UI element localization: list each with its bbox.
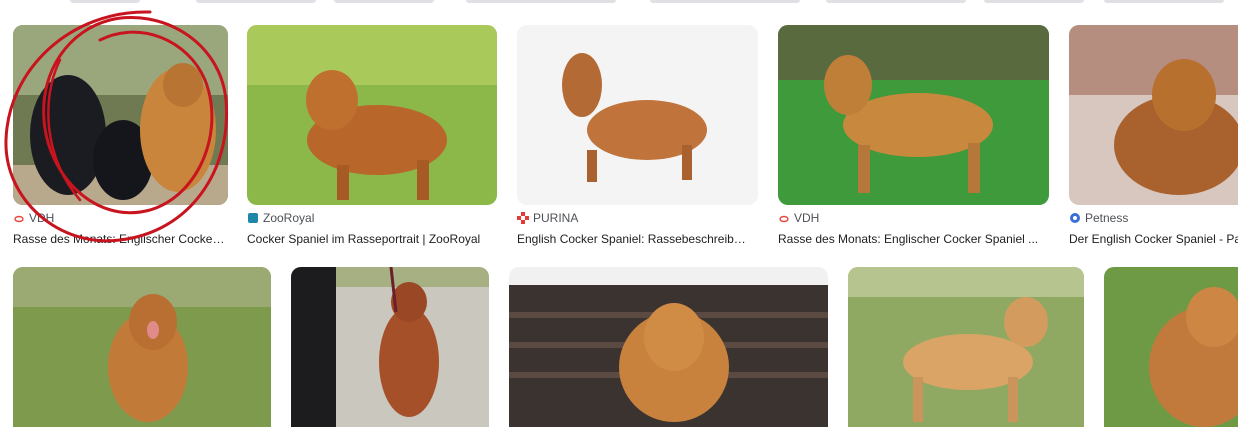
vdh-paw-icon — [13, 212, 25, 224]
zooroyal-icon — [247, 212, 259, 224]
dog-photo — [291, 267, 489, 427]
result-title[interactable]: Rasse des Monats: Englischer Cocker Span… — [13, 232, 228, 246]
previous-row-edge — [0, 0, 1238, 4]
purina-checker-icon — [517, 212, 529, 224]
dog-photo — [1104, 267, 1238, 427]
dog-photo — [247, 25, 497, 205]
chip-edge — [196, 0, 316, 3]
result-thumbnail[interactable] — [517, 25, 758, 205]
result-thumbnail[interactable] — [778, 25, 1049, 205]
result-thumbnail[interactable] — [13, 25, 228, 205]
vdh-paw-icon — [778, 212, 790, 224]
source-name: ZooRoyal — [263, 211, 315, 225]
result-title[interactable]: Rasse des Monats: Englischer Cocker Span… — [778, 232, 1049, 246]
result-thumbnail[interactable] — [1069, 25, 1238, 205]
chip-edge — [826, 0, 966, 3]
result-card[interactable]: VDH Rasse des Monats: Englischer Cocker … — [13, 25, 228, 250]
source-name: VDH — [794, 211, 820, 225]
dog-photo — [509, 267, 828, 427]
result-source[interactable]: VDH — [778, 211, 819, 225]
dog-photo — [13, 267, 271, 427]
chip-edge — [1104, 0, 1224, 3]
result-card[interactable]: VDH Rasse des Monats: Englischer Cocker … — [778, 25, 1049, 250]
result-card[interactable]: Petness Der English Cocker Spaniel - Pa — [1069, 25, 1238, 250]
dogs-photo — [13, 25, 228, 205]
chip-edge — [70, 0, 140, 3]
result-card[interactable]: ZooRoyal Cocker Spaniel im Rasseportrait… — [247, 25, 497, 250]
result-thumbnail[interactable] — [13, 267, 271, 427]
chip-edge — [984, 0, 1084, 3]
source-name: Petness — [1085, 211, 1129, 225]
result-card[interactable] — [291, 267, 489, 427]
chip-edge — [466, 0, 616, 3]
result-thumbnail[interactable] — [247, 25, 497, 205]
result-thumbnail[interactable] — [1104, 267, 1238, 427]
result-card[interactable]: PURINA English Cocker Spaniel: Rassebesc… — [517, 25, 758, 250]
result-source[interactable]: Petness — [1069, 211, 1128, 225]
dog-photo — [1069, 25, 1238, 205]
chip-edge — [334, 0, 434, 3]
result-title[interactable]: Cocker Spaniel im Rasseportrait | ZooRoy… — [247, 232, 487, 246]
result-card[interactable] — [509, 267, 828, 427]
dog-photo — [517, 25, 758, 205]
chip-edge — [650, 0, 800, 3]
result-title[interactable]: English Cocker Spaniel: Rassebeschreibun… — [517, 232, 749, 246]
petness-icon — [1069, 212, 1081, 224]
source-name: VDH — [29, 211, 55, 225]
result-thumbnail[interactable] — [291, 267, 489, 427]
result-thumbnail[interactable] — [848, 267, 1084, 427]
result-card[interactable] — [848, 267, 1084, 427]
result-source[interactable]: PURINA — [517, 211, 578, 225]
result-card[interactable] — [1104, 267, 1238, 427]
source-name: PURINA — [533, 211, 579, 225]
result-source[interactable]: VDH — [13, 211, 54, 225]
dog-photo — [848, 267, 1084, 427]
result-card[interactable] — [13, 267, 271, 427]
result-title[interactable]: Der English Cocker Spaniel - Pa — [1069, 232, 1238, 246]
result-source[interactable]: ZooRoyal — [247, 211, 314, 225]
result-thumbnail[interactable] — [509, 267, 828, 427]
dog-photo — [778, 25, 1049, 205]
